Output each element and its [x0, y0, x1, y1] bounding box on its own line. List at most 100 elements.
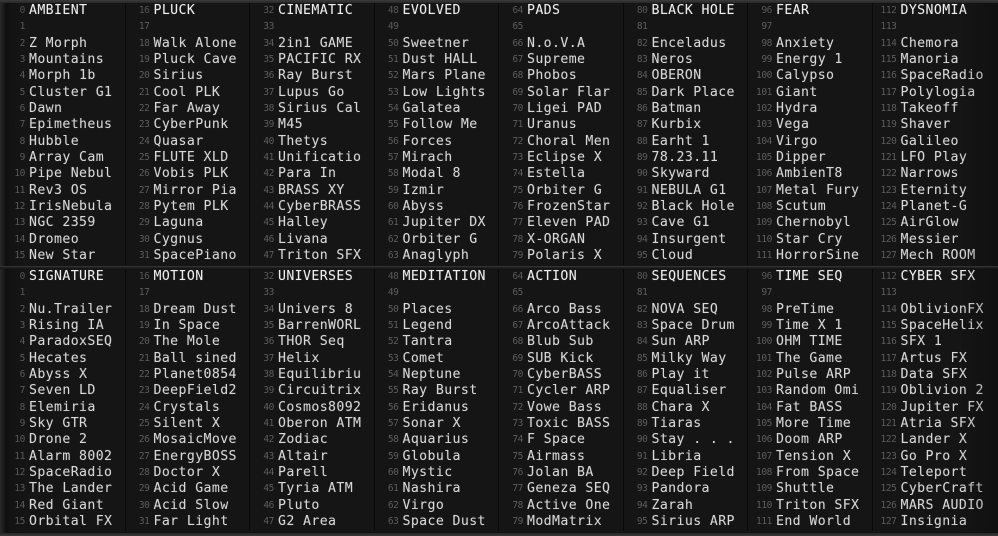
preset-row[interactable]: 14 Red Giant	[0, 498, 125, 514]
preset-row[interactable]: 26 Vobis PLK	[125, 166, 250, 182]
preset-row[interactable]: 92 Black Hole	[623, 199, 748, 215]
preset-row[interactable]: 45 Tyria ATM	[249, 481, 374, 497]
preset-row[interactable]: 72 Choral Men	[498, 134, 623, 150]
preset-row[interactable]: 23 CyberPunk	[125, 117, 250, 133]
preset-row[interactable]: 26 MosaicMove	[125, 432, 250, 448]
preset-row[interactable]: 81	[623, 285, 748, 301]
preset-row[interactable]: 92 Deep Field	[623, 465, 748, 481]
bank-header-row[interactable]: 0 AMBIENT	[0, 3, 125, 19]
preset-row[interactable]: 97	[747, 285, 872, 301]
preset-row[interactable]: 99 Time X 1	[747, 318, 872, 334]
preset-row[interactable]: 51 Dust HALL	[374, 52, 499, 68]
preset-row[interactable]: 36 THOR Seq	[249, 334, 374, 350]
preset-row[interactable]: 74 F Space	[498, 432, 623, 448]
preset-row[interactable]: 102 Hydra	[747, 101, 872, 117]
preset-row[interactable]: 125 CyberCraft	[872, 481, 997, 497]
preset-row[interactable]: 35 PACIFIC RX	[249, 52, 374, 68]
preset-row[interactable]: 120 Galileo	[872, 134, 997, 150]
preset-row[interactable]: 70 Ligei PAD	[498, 101, 623, 117]
preset-row[interactable]: 38 Equilibriu	[249, 367, 374, 383]
preset-row[interactable]: 110 Triton SFX	[747, 498, 872, 514]
preset-row[interactable]: 75 Orbiter G	[498, 183, 623, 199]
bank-header-row[interactable]: 0 SIGNATURE	[0, 269, 125, 285]
preset-row[interactable]: 37 Helix	[249, 351, 374, 367]
preset-row[interactable]: 18 Walk Alone	[125, 36, 250, 52]
preset-row[interactable]: 88 Chara X	[623, 400, 748, 416]
preset-row[interactable]: 49	[374, 285, 499, 301]
preset-row[interactable]: 27 EnergyBOSS	[125, 449, 250, 465]
preset-row[interactable]: 11 Rev3 OS	[0, 183, 125, 199]
preset-row[interactable]: 31 SpacePiano	[125, 248, 250, 264]
preset-row[interactable]: 59 Izmir	[374, 183, 499, 199]
bank-header-row[interactable]: 64 PADS	[498, 3, 623, 19]
preset-row[interactable]: 42 Para In	[249, 166, 374, 182]
preset-row[interactable]: 114 Chemora	[872, 36, 997, 52]
preset-row[interactable]: 116 SpaceRadio	[872, 68, 997, 84]
bank-header-row[interactable]: 112 CYBER SFX	[872, 269, 997, 285]
preset-row[interactable]: 62 Orbiter G	[374, 232, 499, 248]
preset-row[interactable]: 88 Earht 1	[623, 134, 748, 150]
preset-row[interactable]: 75 Airmass	[498, 449, 623, 465]
preset-row[interactable]: 117 Polylogia	[872, 85, 997, 101]
preset-row[interactable]: 73 Eclipse X	[498, 150, 623, 166]
preset-row[interactable]: 29 Acid Game	[125, 481, 250, 497]
bank-header-row[interactable]: 16 MOTION	[125, 269, 250, 285]
preset-row[interactable]: 78 X-ORGAN	[498, 232, 623, 248]
preset-row[interactable]: 52 Mars Plane	[374, 68, 499, 84]
preset-row[interactable]: 4 ParadoxSEQ	[0, 334, 125, 350]
preset-row[interactable]: 42 Zodiac	[249, 432, 374, 448]
preset-row[interactable]: 106 AmbienT8	[747, 166, 872, 182]
preset-row[interactable]: 5 Hecates	[0, 351, 125, 367]
preset-row[interactable]: 44 Parell	[249, 465, 374, 481]
preset-row[interactable]: 63 Space Dust	[374, 514, 499, 530]
preset-row[interactable]: 37 Lupus Go	[249, 85, 374, 101]
preset-row[interactable]: 33	[249, 285, 374, 301]
preset-row[interactable]: 23 DeepField2	[125, 383, 250, 399]
preset-row[interactable]: 76 Jolan BA	[498, 465, 623, 481]
preset-row[interactable]: 84 Sun ARP	[623, 334, 748, 350]
preset-row[interactable]: 83 Space Drum	[623, 318, 748, 334]
preset-row[interactable]: 28 Doctor X	[125, 465, 250, 481]
preset-row[interactable]: 54 Neptune	[374, 367, 499, 383]
preset-row[interactable]: 27 Mirror Pia	[125, 183, 250, 199]
preset-row[interactable]: 59 Globula	[374, 449, 499, 465]
preset-row[interactable]: 83 Neros	[623, 52, 748, 68]
preset-row[interactable]: 70 CyberBASS	[498, 367, 623, 383]
preset-row[interactable]: 66 N.o.V.A	[498, 36, 623, 52]
preset-row[interactable]: 89 78.23.11	[623, 150, 748, 166]
preset-row[interactable]: 118 Takeoff	[872, 101, 997, 117]
preset-row[interactable]: 124 Teleport	[872, 465, 997, 481]
preset-row[interactable]: 123 Go Pro X	[872, 449, 997, 465]
preset-row[interactable]: 90 Stay . . .	[623, 432, 748, 448]
preset-row[interactable]: 107 Tension X	[747, 449, 872, 465]
preset-row[interactable]: 63 Anaglyph	[374, 248, 499, 264]
preset-row[interactable]: 71 Cycler ARP	[498, 383, 623, 399]
bank-header-row[interactable]: 32 UNIVERSES	[249, 269, 374, 285]
preset-row[interactable]: 110 Star Cry	[747, 232, 872, 248]
preset-row[interactable]: 68 Blub Sub	[498, 334, 623, 350]
preset-row[interactable]: 12 IrisNebula	[0, 199, 125, 215]
bank-header-row[interactable]: 96 TIME SEQ	[747, 269, 872, 285]
preset-row[interactable]: 39 Circuitrix	[249, 383, 374, 399]
preset-row[interactable]: 30 Cygnus	[125, 232, 250, 248]
preset-row[interactable]: 126 MARS AUDIO	[872, 498, 997, 514]
preset-row[interactable]: 46 Livana	[249, 232, 374, 248]
preset-row[interactable]: 12 SpaceRadio	[0, 465, 125, 481]
bank-header-row[interactable]: 64 ACTION	[498, 269, 623, 285]
preset-row[interactable]: 115 SpaceHelix	[872, 318, 997, 334]
preset-row[interactable]: 19 Pluck Cave	[125, 52, 250, 68]
preset-row[interactable]: 97	[747, 19, 872, 35]
preset-row[interactable]: 49	[374, 19, 499, 35]
preset-row[interactable]: 4 Morph 1b	[0, 68, 125, 84]
preset-row[interactable]: 67 ArcoAttack	[498, 318, 623, 334]
preset-row[interactable]: 19 In Space	[125, 318, 250, 334]
preset-row[interactable]: 56 Eridanus	[374, 400, 499, 416]
preset-row[interactable]: 98 Anxiety	[747, 36, 872, 52]
preset-row[interactable]: 18 Dream Dust	[125, 302, 250, 318]
preset-row[interactable]: 25 FLUTE XLD	[125, 150, 250, 166]
preset-row[interactable]: 109 Chernobyl	[747, 215, 872, 231]
preset-row[interactable]: 39 M45	[249, 117, 374, 133]
preset-row[interactable]: 121 LFO Play	[872, 150, 997, 166]
preset-row[interactable]: 15 Orbital FX	[0, 514, 125, 530]
preset-row[interactable]: 47 G2 Area	[249, 514, 374, 530]
